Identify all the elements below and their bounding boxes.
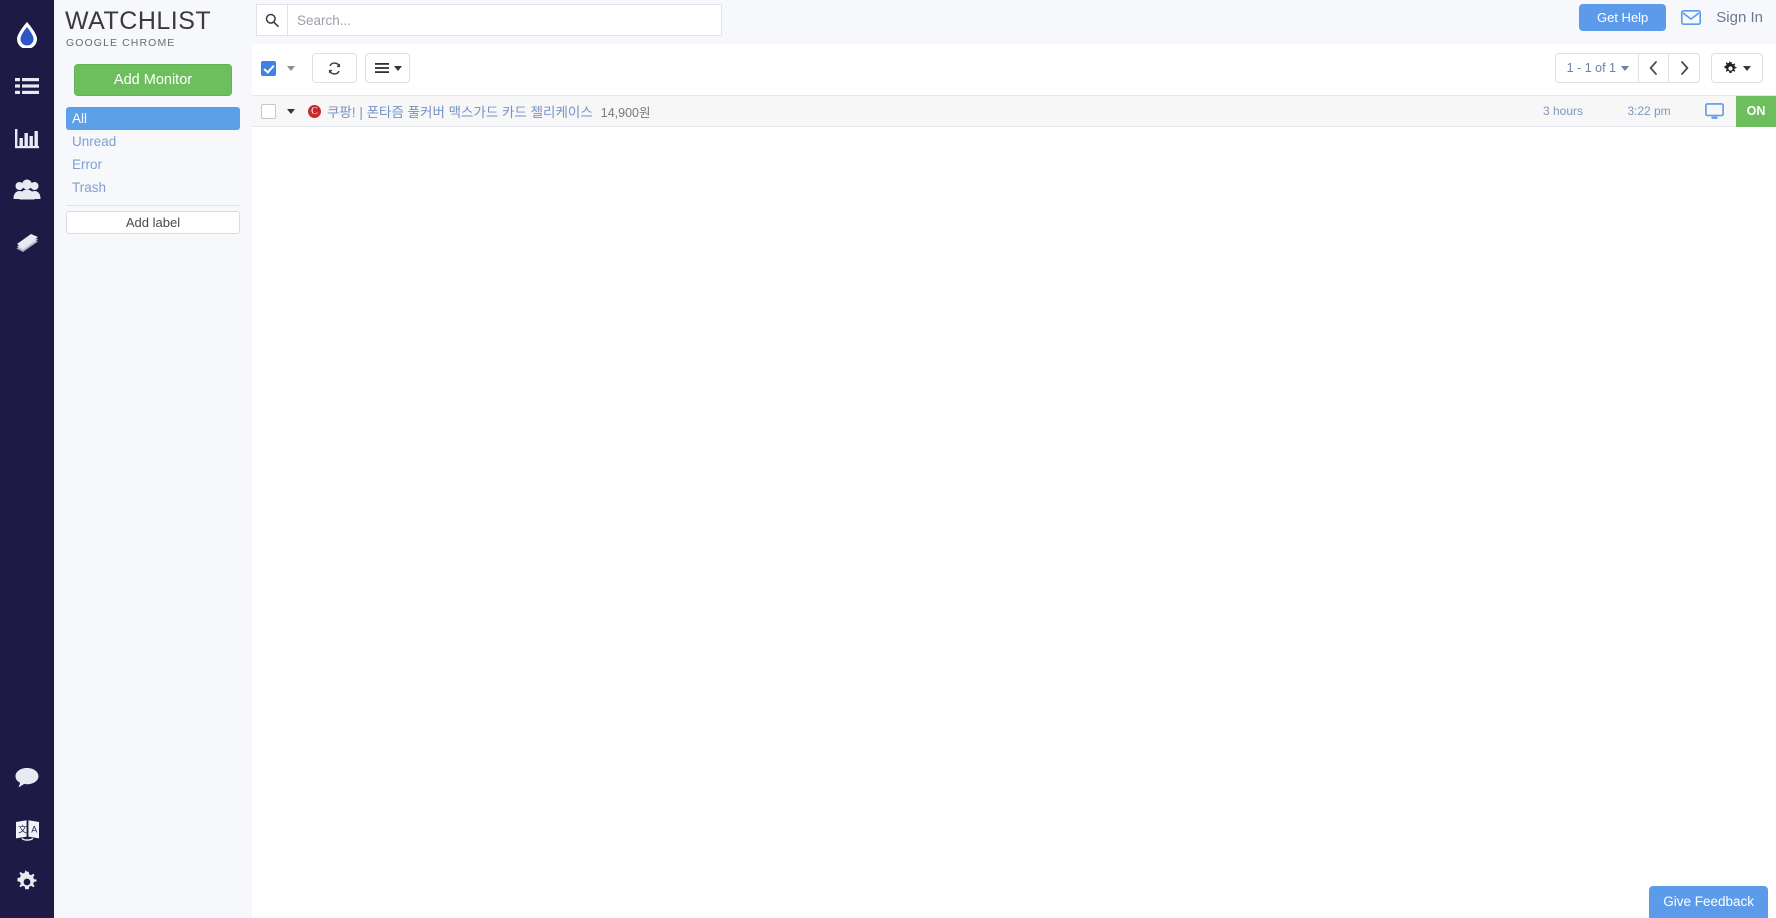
bar-chart-icon[interactable] <box>0 112 54 164</box>
get-help-button[interactable]: Get Help <box>1578 4 1667 31</box>
chevron-down-icon <box>1621 65 1629 71</box>
gear-icon <box>1724 60 1737 73</box>
chevron-down-icon <box>287 65 295 71</box>
list-menu-button[interactable] <box>365 53 410 83</box>
chevron-right-icon <box>1680 61 1688 75</box>
svg-text:A: A <box>31 825 37 835</box>
chevron-down-icon <box>393 65 402 71</box>
page-title: WATCHLIST <box>65 7 212 35</box>
refresh-icon <box>328 61 341 75</box>
label-list: All Unread Error Trash Add label <box>66 107 240 234</box>
book-icon[interactable] <box>0 216 54 268</box>
mail-icon[interactable] <box>1681 10 1702 25</box>
row-title[interactable]: 쿠팡! | 폰타즘 풀커버 맥스가드 카드 젤리케이스 <box>327 101 593 121</box>
toolbar-right-group: 1 - 1 of 1 <box>1554 53 1763 83</box>
left-panel: WATCHLIST GOOGLE CHROME Add Monitor All … <box>54 0 252 918</box>
add-label-button[interactable]: Add label <box>66 211 240 234</box>
icon-rail: 文 A <box>0 0 54 918</box>
list-icon[interactable] <box>0 60 54 112</box>
select-all-checkbox[interactable] <box>261 60 276 76</box>
chevron-left-icon <box>1649 61 1657 75</box>
sidebar-item-unread[interactable]: Unread <box>66 130 240 153</box>
row-select-group: C 쿠팡! | 폰타즘 풀커버 맥스가드 카드 젤리케이스 14,900원 <box>252 101 650 121</box>
pagination-prev-button[interactable] <box>1639 54 1669 82</box>
search-bar <box>256 4 722 36</box>
sidebar-item-error[interactable]: Error <box>66 153 240 176</box>
settings-dropdown-button[interactable] <box>1711 53 1763 83</box>
top-bar-actions: Get Help Sign In <box>1578 4 1763 31</box>
toolbar-left-group <box>261 53 410 83</box>
pagination: 1 - 1 of 1 <box>1554 53 1700 83</box>
users-icon[interactable] <box>0 164 54 216</box>
gear-icon[interactable] <box>0 856 54 908</box>
hamburger-icon <box>374 63 389 73</box>
refresh-button[interactable] <box>312 53 357 83</box>
droplet-logo-icon[interactable] <box>0 8 54 60</box>
search-input[interactable] <box>288 4 722 36</box>
translate-icon[interactable]: 文 A <box>0 804 54 856</box>
status-badge[interactable]: ON <box>1736 95 1776 127</box>
monitor-screen-icon[interactable] <box>1692 102 1736 120</box>
row-age: 3 hours <box>1542 104 1584 118</box>
favicon: C <box>308 104 321 118</box>
top-bar: Get Help Sign In <box>252 0 1776 44</box>
pagination-count-dropdown[interactable]: 1 - 1 of 1 <box>1556 54 1639 82</box>
row-checkbox[interactable] <box>261 103 276 119</box>
row-dropdown[interactable] <box>276 103 304 120</box>
divider <box>66 205 240 206</box>
pagination-next-button[interactable] <box>1669 54 1699 82</box>
row-price: 14,900원 <box>600 105 651 120</box>
table-row[interactable]: C 쿠팡! | 폰타즘 풀커버 맥스가드 카드 젤리케이스 14,900원 3 … <box>252 95 1776 127</box>
brand-subtitle: GOOGLE CHROME <box>66 37 176 49</box>
chevron-down-icon <box>1743 65 1751 71</box>
chat-bubble-icon[interactable] <box>0 752 54 804</box>
main-content: 1 - 1 of 1 C 쿠팡! | 폰타즘 풀커버 맥스가드 카드 젤리케이스… <box>252 44 1776 918</box>
select-all-dropdown[interactable] <box>276 60 304 77</box>
list-toolbar: 1 - 1 of 1 <box>252 44 1776 96</box>
give-feedback-button[interactable]: Give Feedback <box>1649 886 1768 918</box>
add-monitor-button[interactable]: Add Monitor <box>74 64 232 96</box>
row-time: 3:22 pm <box>1627 104 1671 118</box>
pagination-count-label: 1 - 1 of 1 <box>1566 61 1616 75</box>
search-icon[interactable] <box>256 4 288 36</box>
chevron-down-icon <box>287 108 295 114</box>
svg-text:文: 文 <box>18 824 27 836</box>
sidebar-item-trash[interactable]: Trash <box>66 176 240 199</box>
sign-in-link[interactable]: Sign In <box>1716 9 1763 26</box>
sidebar-item-all[interactable]: All <box>66 107 240 130</box>
